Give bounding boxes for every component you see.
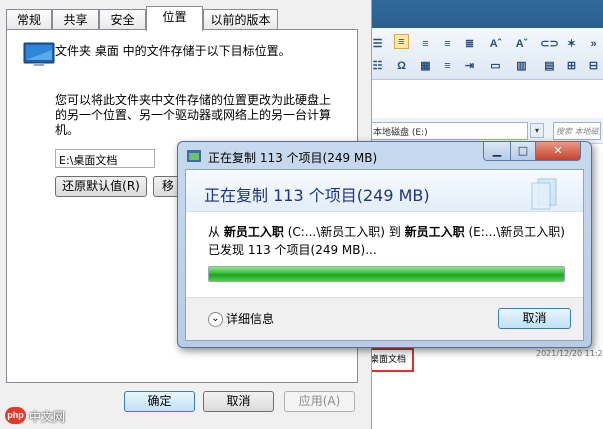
copy-progress-dialog: 正在复制 113 个项目(249 MB) ▁ □ ✕ 正在复制 113 个项目(… bbox=[177, 141, 592, 348]
close-icon[interactable]: ✕ bbox=[535, 142, 581, 161]
indent-icon[interactable]: ⇥ bbox=[462, 58, 477, 73]
destination-folder-path: (E:...\新员工入职) bbox=[468, 225, 565, 239]
destination-folder-name[interactable]: 新员工入职 bbox=[405, 225, 465, 239]
copy-dialog-footer: ⌄ 详细信息 取消 bbox=[186, 297, 583, 340]
file-name: 桌面文档 bbox=[368, 348, 414, 372]
location-explanation-line3: 机。 bbox=[55, 123, 80, 137]
table-icon[interactable]: ▦ bbox=[418, 58, 433, 73]
column-icon[interactable]: ▥ bbox=[514, 58, 529, 73]
align-justify-icon[interactable]: ≡ bbox=[394, 34, 409, 49]
items-found-text: 已发现 113 个项目(249 MB)... bbox=[208, 243, 377, 257]
file-date: 2021/12/20 11:2 bbox=[536, 349, 603, 358]
desktop-folder-icon bbox=[23, 42, 55, 66]
minimize-icon[interactable]: ▁ bbox=[483, 142, 511, 161]
symbol-omega-icon[interactable]: Ω bbox=[394, 58, 409, 73]
address-bar[interactable]: 本地磁盘 (E:) bbox=[368, 122, 528, 140]
copy-dialog-header: 正在复制 113 个项目(249 MB) bbox=[186, 170, 583, 212]
apply-button[interactable]: 应用(A) bbox=[284, 391, 355, 412]
tab-sharing[interactable]: 共享 bbox=[52, 9, 99, 30]
formatting-ribbon: ☰ ≡ ≡ ≡ ≣ Aˆ Aˇ ⊂⊃ ✶ » ☷ Ω ▦ ≡ ⇥ ▭ ▥ ▤ ⊞… bbox=[364, 28, 603, 80]
text-style-icon[interactable]: Aˇ bbox=[514, 36, 529, 51]
properties-cancel-button[interactable]: 取消 bbox=[203, 391, 274, 412]
copy-dialog-body: 正在复制 113 个项目(249 MB) 从 新员工入职 (C:...\新员工入… bbox=[185, 169, 584, 341]
bookmark-icon[interactable]: ✶ bbox=[564, 36, 579, 51]
ok-button[interactable]: 确定 bbox=[124, 391, 195, 412]
distributed-align-icon[interactable]: ≣ bbox=[462, 36, 477, 51]
background-window-frame bbox=[364, 0, 603, 28]
font-size-up-icon[interactable]: Aˆ bbox=[488, 36, 503, 51]
copy-heading: 正在复制 113 个项目(249 MB) bbox=[204, 186, 430, 205]
more-details-label: 详细信息 bbox=[226, 312, 275, 326]
more-details-toggle[interactable]: ⌄ 详细信息 bbox=[208, 310, 274, 327]
watermark-text: 中文网 bbox=[29, 410, 66, 424]
align-left-icon[interactable]: ☰ bbox=[370, 36, 385, 51]
tab-previous-versions[interactable]: 以前的版本 bbox=[203, 9, 278, 30]
text-box-icon[interactable]: ▭ bbox=[488, 58, 503, 73]
align-text-icon[interactable]: ≡ bbox=[440, 58, 455, 73]
merge-icon[interactable]: ⊞ bbox=[564, 58, 579, 73]
split-icon[interactable]: ⊟ bbox=[586, 58, 601, 73]
align-center-icon[interactable]: ≡ bbox=[418, 36, 433, 51]
tab-location[interactable]: 位置 bbox=[146, 6, 203, 31]
location-explanation-line1: 您可以将此文件夹中文件存储的位置更改为此硬盘上 bbox=[55, 93, 332, 107]
tab-security[interactable]: 安全 bbox=[99, 9, 146, 30]
maximize-icon[interactable]: □ bbox=[510, 142, 536, 161]
location-explanation-line2: 的另一个位置、另一个驱动器或网络上的另一台计算 bbox=[55, 108, 332, 122]
copy-source-destination: 从 新员工入职 (C:...\新员工入职) 到 新员工入职 (E:...\新员工… bbox=[208, 223, 565, 240]
location-description: 文件夹 桌面 中的文件存储于以下目标位置。 bbox=[55, 44, 291, 58]
address-dropdown-icon[interactable]: ▾ bbox=[530, 123, 544, 138]
watermark: php 中文网 bbox=[5, 407, 85, 425]
target-path-input[interactable]: E:\桌面文档 bbox=[55, 149, 155, 168]
copy-app-icon bbox=[187, 150, 201, 162]
source-folder-path: (C:...\新员工入职) bbox=[287, 225, 385, 239]
watermark-logo: php bbox=[5, 407, 26, 424]
from-prefix: 从 bbox=[208, 225, 221, 239]
document-animation-icon bbox=[531, 178, 557, 210]
search-input[interactable]: 搜索 本地磁盘 bbox=[553, 122, 601, 140]
copy-progress-fill bbox=[209, 267, 564, 281]
source-folder-name[interactable]: 新员工入职 bbox=[224, 225, 284, 239]
ribbon-more-icon[interactable]: » bbox=[586, 36, 601, 51]
restore-default-button[interactable]: 还原默认值(R) bbox=[55, 176, 147, 197]
copy-dialog-title: 正在复制 113 个项目(249 MB) bbox=[208, 151, 378, 165]
chevron-down-icon: ⌄ bbox=[208, 312, 223, 327]
tab-general[interactable]: 常规 bbox=[6, 9, 52, 30]
link-icon[interactable]: ⊂⊃ bbox=[540, 36, 558, 51]
copy-cancel-button[interactable]: 取消 bbox=[498, 308, 571, 329]
align-right-icon[interactable]: ≡ bbox=[440, 36, 455, 51]
row-icon[interactable]: ▤ bbox=[542, 58, 557, 73]
file-list-row[interactable]: 桌面文档 2021/12/20 11:2 bbox=[364, 346, 603, 372]
copy-progress-bar bbox=[208, 266, 565, 282]
list-icon[interactable]: ☷ bbox=[370, 58, 385, 73]
to-prefix: 到 bbox=[388, 225, 401, 239]
